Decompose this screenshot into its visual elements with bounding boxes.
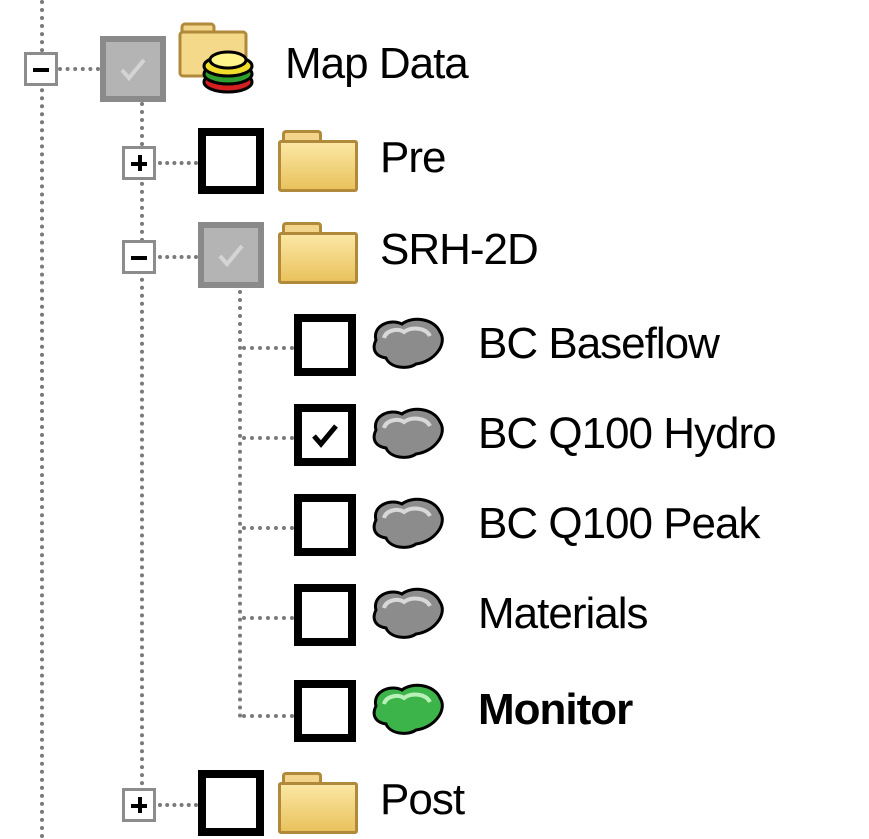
- collapse-map-data-icon[interactable]: [24, 52, 58, 86]
- partial-check-icon: [120, 58, 146, 82]
- folder-icon: [278, 772, 358, 834]
- coverage-icon: [372, 407, 444, 459]
- tree-connector-line: [242, 714, 294, 718]
- post-checkbox[interactable]: [198, 770, 264, 836]
- tree-node-label: Pre: [380, 133, 446, 182]
- map-data-folder-icon: [178, 22, 254, 94]
- tree-node-label: BC Q100 Peak: [478, 499, 760, 548]
- partial-check-icon: [218, 244, 244, 268]
- project-explorer-tree: Map Data Pre SRH-2D BC Baseflow BC Q100 …: [0, 0, 869, 839]
- coverage-icon: [372, 587, 444, 639]
- tree-node-label: Map Data: [285, 39, 469, 88]
- folder-icon: [278, 222, 358, 284]
- checkmark-icon: [312, 424, 338, 448]
- tree-node-label: BC Baseflow: [478, 319, 720, 368]
- tree-node-label: Materials: [478, 589, 648, 638]
- bc-q100-hydro-checkbox[interactable]: [294, 404, 356, 466]
- tree-connector-line: [140, 102, 144, 802]
- bc-q100-peak-checkbox[interactable]: [294, 494, 356, 556]
- coverage-icon: [372, 317, 444, 369]
- tree-connector-line: [40, 0, 44, 839]
- tree-node-label: BC Q100 Hydro: [478, 409, 777, 458]
- collapse-srh-2d-icon[interactable]: [122, 240, 156, 274]
- folder-icon: [278, 130, 358, 192]
- materials-checkbox[interactable]: [294, 584, 356, 646]
- tree-connector-line: [58, 67, 100, 71]
- tree-connector-line: [158, 255, 198, 259]
- tree-node-label: Post: [380, 775, 465, 824]
- expand-pre-icon[interactable]: [122, 146, 156, 180]
- tree-connector-line: [242, 616, 294, 620]
- expand-post-icon[interactable]: [122, 788, 156, 822]
- tree-node-label: SRH-2D: [380, 225, 539, 274]
- tree-connector-line: [238, 290, 242, 718]
- coverage-icon: [372, 683, 444, 735]
- tree-node-label: Monitor: [478, 685, 633, 734]
- map-data-checkbox[interactable]: [100, 36, 166, 102]
- tree-connector-line: [242, 346, 294, 350]
- tree-connector-line: [158, 803, 198, 807]
- monitor-checkbox[interactable]: [294, 680, 356, 742]
- coverage-icon: [372, 497, 444, 549]
- pre-checkbox[interactable]: [198, 128, 264, 194]
- srh-2d-checkbox[interactable]: [198, 222, 264, 288]
- tree-connector-line: [158, 161, 198, 165]
- bc-baseflow-checkbox[interactable]: [294, 314, 356, 376]
- tree-connector-line: [242, 436, 294, 440]
- tree-connector-line: [242, 526, 294, 530]
